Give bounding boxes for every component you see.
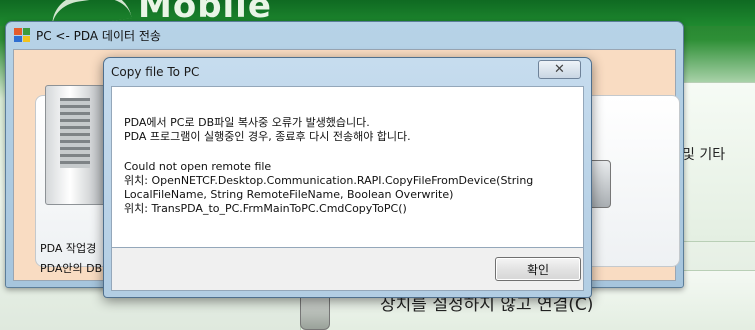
stack-trace-line: LocalFileName, String RemoteFileName, Bo… — [124, 188, 454, 201]
error-message-line: PDA 프로그램이 실행중인 경우, 종료후 다시 전송해야 합니다. — [124, 130, 411, 143]
error-dialog: Copy file To PC ✕ PDA에서 PC로 DB파일 복사중 오류가… — [103, 57, 592, 298]
transfer-window-title: PC <- PDA 데이터 전송 — [36, 28, 161, 43]
dialog-title: Copy file To PC — [111, 65, 200, 79]
exception-message-line: Could not open remote file — [124, 160, 272, 173]
status-line: PDA 작업경 — [40, 242, 97, 255]
error-message-line: PDA에서 PC로 DB파일 복사중 오류가 발생했습니다. — [124, 116, 370, 129]
stack-trace-line: 위치: TransPDA_to_PC.FrmMainToPC.CmdCopyTo… — [124, 202, 407, 215]
transfer-window-titlebar[interactable]: PC <- PDA 데이터 전송 — [6, 22, 683, 48]
pc-tower-icon — [45, 85, 107, 205]
ok-button[interactable]: 확인 — [495, 257, 581, 281]
close-button[interactable]: ✕ — [538, 60, 581, 79]
status-line: PDA안의 DB — [40, 262, 103, 275]
stack-trace-line: 위치: OpenNETCF.Desktop.Communication.RAPI… — [124, 174, 534, 187]
app-icon — [14, 28, 30, 42]
dialog-message-area: PDA에서 PC로 DB파일 복사중 오류가 발생했습니다. PDA 프로그램이… — [111, 86, 584, 248]
background-option-label: 및 기타 — [682, 147, 726, 163]
dialog-button-bar: 확인 — [111, 248, 584, 291]
close-icon: ✕ — [554, 62, 565, 77]
